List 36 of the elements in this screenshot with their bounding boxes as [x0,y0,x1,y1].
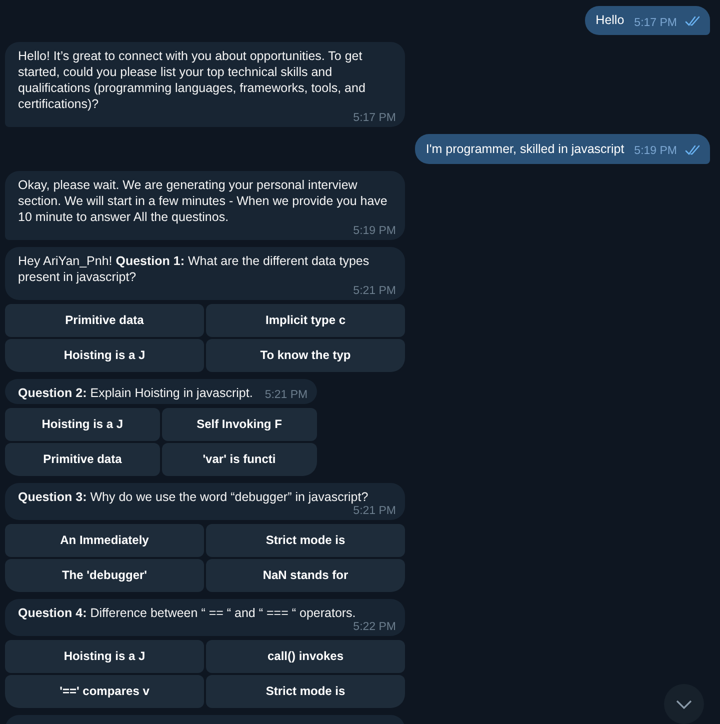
double-check-icon [685,16,701,26]
answer-button[interactable]: The 'debugger' [5,558,204,592]
message-time: 5:19 PM [352,224,396,236]
message-time: 5:21 PM [352,504,396,516]
message-time: 5:22 PM [352,620,396,632]
answer-button[interactable]: Implicit type c [206,304,405,336]
answer-button[interactable]: Hoisting is a J [5,640,204,672]
message-text: Question 2: Explain Hoisting in javascript. [18,384,254,400]
message-text: Hey AriYan_Pnh! Question 1: What are the different data types present in javascript? [18,252,370,284]
answer-button[interactable]: An Immediately [5,524,204,556]
answer-button[interactable]: Strict mode is [206,524,405,556]
answer-button[interactable]: 'var' is functi [162,442,317,476]
message-time: 5:17 PM [352,112,396,124]
message-text: Okay, please wait. We are generating your personal interview section. We will start in a few minutes - When we provide you have 10 minute to answer All the questinos. [18,176,388,224]
answer-button[interactable]: NaN stands for [206,558,405,592]
message-text: Question 4: Difference between “ == “ and “ === “ operators. [18,604,357,620]
message-time: 5:17 PM [634,16,677,31]
message-text: I'm programmer, skilled in javascript [426,140,624,158]
answer-button[interactable]: Hoisting is a J [5,338,204,372]
scroll-down-button[interactable] [664,684,704,724]
message-text: Hello [596,12,624,30]
message-text: Question 3: Why do we use the word “debugger” in javascript? [18,488,370,504]
answer-button[interactable]: '==' compares v [5,674,204,708]
answer-button[interactable]: To know the typ [206,338,405,372]
chevron-down-icon [676,700,692,708]
message-time: 5:21 PM [352,284,396,296]
message-time: 5:19 PM [634,144,677,160]
message-time: 5:21 PM [264,388,308,400]
answer-button[interactable]: Primitive data [5,442,160,476]
message-text: Hello! It’s great to connect with you about opportunities. To get started, could you please list your top technical skills and qualifications (programming languages, frameworks, tools, and certifications)? [18,48,366,112]
answer-button[interactable]: Strict mode is [206,674,405,708]
answer-button[interactable]: Self Invoking F [162,408,317,440]
answer-button[interactable]: Hoisting is a J [5,408,160,440]
double-check-icon [685,144,701,154]
answer-button[interactable]: Primitive data [5,304,204,336]
answer-button[interactable]: call() invokes [206,640,405,672]
